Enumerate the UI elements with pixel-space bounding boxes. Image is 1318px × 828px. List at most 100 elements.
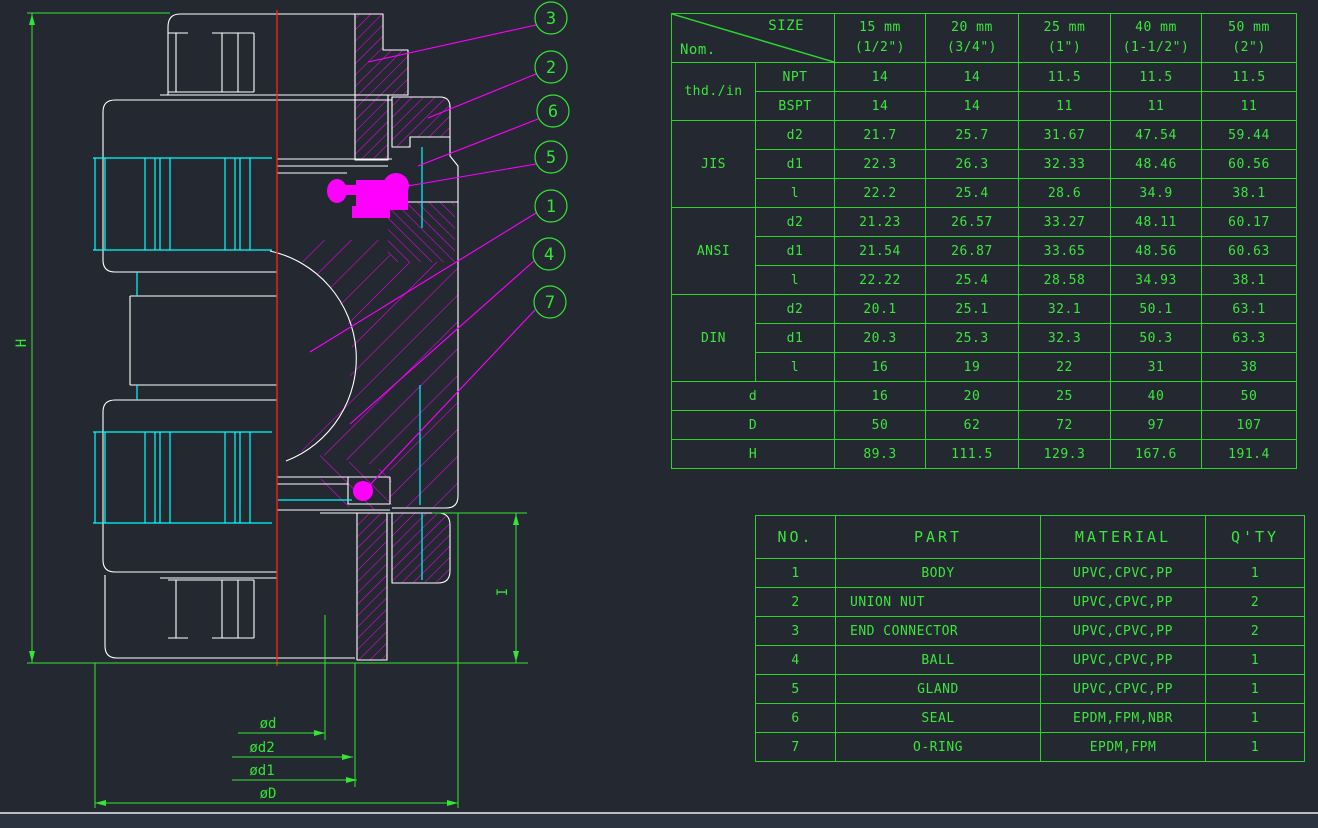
col-header-20mm: 20 mm(3/4")	[926, 14, 1019, 63]
balloon-callouts: 3 2 6 5 1 4 7	[533, 2, 569, 318]
row-label: d2	[756, 295, 835, 324]
table-cell: 14	[926, 92, 1019, 121]
table-cell: 16	[835, 353, 926, 382]
table-cell: 60.17	[1202, 208, 1297, 237]
row-label: d1	[756, 237, 835, 266]
col-header-25mm: 25 mm(1")	[1019, 14, 1111, 63]
hatch-regions	[295, 14, 458, 660]
table-cell: 21.23	[835, 208, 926, 237]
table-cell: 2	[756, 588, 836, 617]
svg-text:1: 1	[546, 197, 556, 217]
table-cell: 40	[1111, 382, 1202, 411]
table-cell: UPVC,CPVC,PP	[1041, 588, 1206, 617]
col-header-part: PART	[836, 516, 1041, 559]
row-label: d1	[756, 324, 835, 353]
table-cell: 25	[1019, 382, 1111, 411]
balloon-3: 3	[535, 2, 567, 34]
row-label-H: H	[672, 440, 835, 469]
table-cell: 11	[1019, 92, 1111, 121]
corner-label-nom: Nom.	[680, 42, 716, 58]
table-cell: 60.63	[1202, 237, 1297, 266]
table-cell: BODY	[836, 559, 1041, 588]
table-cell: 32.1	[1019, 295, 1111, 324]
size-table-header-row: SIZE Nom. 15 mm(1/2") 20 mm(3/4") 25 mm(…	[672, 14, 1297, 63]
table-cell: 34.93	[1111, 266, 1202, 295]
table-cell: 31.67	[1019, 121, 1111, 150]
table-cell: UPVC,CPVC,PP	[1041, 559, 1206, 588]
svg-text:2: 2	[546, 58, 556, 78]
table-cell: 20.3	[835, 324, 926, 353]
balloon-7: 7	[534, 286, 566, 318]
row-label: d2	[756, 208, 835, 237]
table-cell: 16	[835, 382, 926, 411]
col-header-15mm: 15 mm(1/2")	[835, 14, 926, 63]
table-cell: EPDM,FPM	[1041, 733, 1206, 762]
table-cell: 48.56	[1111, 237, 1202, 266]
parts-table-header-row: NO. PART MATERIAL Q'TY	[756, 516, 1305, 559]
parts-table: NO. PART MATERIAL Q'TY 1 BODY UPVC,CPVC,…	[755, 515, 1305, 762]
table-cell: 25.1	[926, 295, 1019, 324]
table-cell: 191.4	[1202, 440, 1297, 469]
table-cell: 72	[1019, 411, 1111, 440]
table-row: BSPT 14 14 11 11 11	[672, 92, 1297, 121]
table-cell: 14	[926, 63, 1019, 92]
row-label: NPT	[756, 63, 835, 92]
table-cell: 11	[1111, 92, 1202, 121]
table-cell: 20.1	[835, 295, 926, 324]
table-cell: GLAND	[836, 675, 1041, 704]
table-row: 2 UNION NUT UPVC,CPVC,PP 2	[756, 588, 1305, 617]
dim-label-od2: ød2	[249, 740, 274, 756]
table-cell: 1	[1206, 704, 1305, 733]
table-row: D 50 62 72 97 107	[672, 411, 1297, 440]
table-cell: 14	[835, 92, 926, 121]
table-cell: 63.1	[1202, 295, 1297, 324]
table-cell: 26.87	[926, 237, 1019, 266]
table-cell: 25.4	[926, 266, 1019, 295]
group-label-din: DIN	[672, 295, 756, 382]
table-cell: UPVC,CPVC,PP	[1041, 617, 1206, 646]
table-cell: 167.6	[1111, 440, 1202, 469]
svg-text:4: 4	[544, 245, 554, 265]
table-cell: 25.7	[926, 121, 1019, 150]
dim-label-H: H	[14, 339, 30, 347]
dim-label-od: ød	[260, 716, 277, 732]
row-label: l	[756, 179, 835, 208]
svg-text:6: 6	[548, 102, 558, 122]
row-label: l	[756, 353, 835, 382]
table-cell: 7	[756, 733, 836, 762]
table-cell: 50	[835, 411, 926, 440]
table-row: H 89.3 111.5 129.3 167.6 191.4	[672, 440, 1297, 469]
table-cell: 59.44	[1202, 121, 1297, 150]
size-table: SIZE Nom. 15 mm(1/2") 20 mm(3/4") 25 mm(…	[671, 13, 1297, 469]
svg-text:7: 7	[545, 293, 555, 313]
table-cell: 25.4	[926, 179, 1019, 208]
table-cell: 22.2	[835, 179, 926, 208]
row-label: d1	[756, 150, 835, 179]
col-header-50mm: 50 mm(2")	[1202, 14, 1297, 63]
table-row: l 22.2 25.4 28.6 34.9 38.1	[672, 179, 1297, 208]
table-row: l 16 19 22 31 38	[672, 353, 1297, 382]
table-cell: 11.5	[1202, 63, 1297, 92]
table-cell: O-RING	[836, 733, 1041, 762]
table-cell: 38	[1202, 353, 1297, 382]
table-row: thd./in NPT 14 14 11.5 11.5 11.5	[672, 63, 1297, 92]
table-cell: 1	[1206, 675, 1305, 704]
table-row: 6 SEAL EPDM,FPM,NBR 1	[756, 704, 1305, 733]
table-row: 4 BALL UPVC,CPVC,PP 1	[756, 646, 1305, 675]
table-row: DIN d2 20.1 25.1 32.1 50.1 63.1	[672, 295, 1297, 324]
table-cell: 97	[1111, 411, 1202, 440]
table-cell: SEAL	[836, 704, 1041, 733]
table-cell: 25.3	[926, 324, 1019, 353]
balloon-6: 6	[537, 95, 569, 127]
table-cell: 32.3	[1019, 324, 1111, 353]
table-row: 3 END CONNECTOR UPVC,CPVC,PP 2	[756, 617, 1305, 646]
table-cell: 50	[1202, 382, 1297, 411]
table-cell: 60.56	[1202, 150, 1297, 179]
row-label: BSPT	[756, 92, 835, 121]
table-cell: 107	[1202, 411, 1297, 440]
table-cell: 1	[1206, 733, 1305, 762]
table-cell: 48.11	[1111, 208, 1202, 237]
table-row: JIS d2 21.7 25.7 31.67 47.54 59.44	[672, 121, 1297, 150]
table-cell: UPVC,CPVC,PP	[1041, 675, 1206, 704]
table-row: 7 O-RING EPDM,FPM 1	[756, 733, 1305, 762]
